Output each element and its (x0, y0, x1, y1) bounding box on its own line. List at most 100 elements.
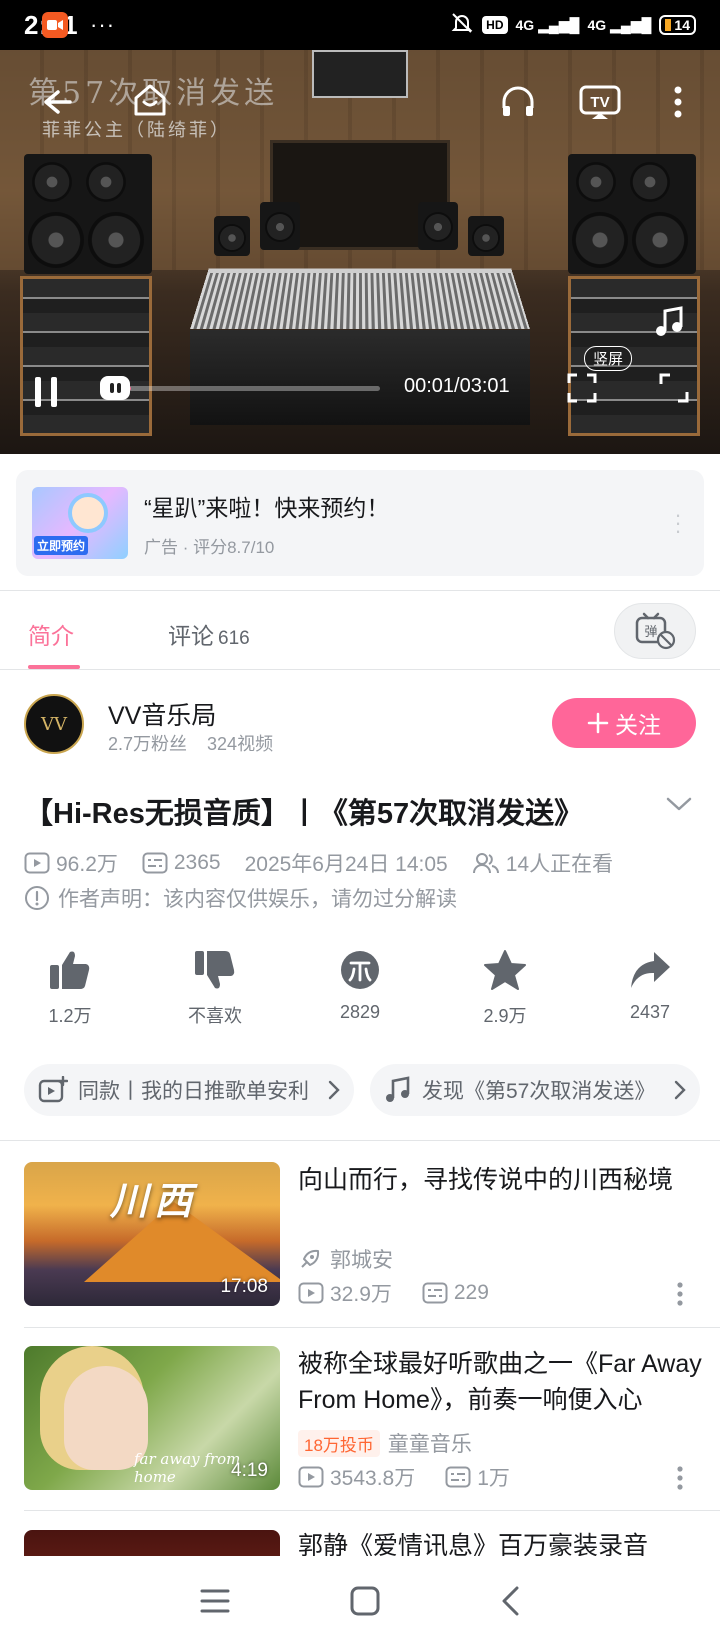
equipment-rack-left (20, 276, 152, 436)
tab-comments-label: 评论 (168, 623, 214, 649)
uploader-name[interactable]: VV音乐局 (108, 696, 216, 732)
uploader-video-count: 324视频 (207, 734, 273, 754)
uploader-stats: 2.7万粉丝 324视频 (108, 730, 273, 756)
favorite-count: 2.9万 (483, 1002, 526, 1028)
creator-icon (298, 1247, 322, 1271)
danmaku-toggle-button[interactable]: 弹 (614, 603, 696, 659)
dislike-button[interactable]: 不喜欢 (169, 948, 261, 1028)
watching-now: 14人正在看 (506, 848, 613, 878)
ad-title: “星趴”来啦！快来预约！ (144, 489, 668, 523)
fullscreen-focus-icon[interactable] (562, 368, 602, 408)
discover-song-label: 发现《第57次取消发送》 (422, 1075, 668, 1105)
video-thumbnail[interactable] (24, 1530, 280, 1556)
coin-tag: 18万投币 (298, 1430, 380, 1457)
tab-comments-count: 616 (218, 628, 250, 649)
section-divider (0, 1140, 720, 1141)
progress-bar[interactable] (126, 386, 380, 391)
like-button[interactable]: 1.2万 (24, 948, 116, 1028)
tv-cast-icon[interactable]: TV (576, 80, 624, 124)
danmaku-count-icon (445, 1466, 471, 1488)
chevron-right-icon (674, 1080, 686, 1100)
headphones-icon[interactable] (496, 80, 540, 124)
list-divider (24, 1510, 720, 1511)
plus-icon (587, 712, 609, 734)
speaker-left (24, 154, 152, 274)
ad-card[interactable]: 立即预约 “星趴”来啦！快来预约！ 广告 · 评分8.7/10 · · · (16, 470, 704, 576)
list-divider (24, 1327, 720, 1328)
video-title[interactable]: 被称全球最好听歌曲之一《Far Away From Home》，前奏一响便入心 (298, 1346, 708, 1418)
tab-comments[interactable]: 评论 616 (168, 617, 250, 651)
avatar[interactable]: VV (24, 694, 84, 754)
speaker-right (568, 154, 696, 274)
video-danmaku: 1万 (477, 1462, 510, 1492)
video-title[interactable]: 郭静《爱情讯息》百万豪装录音 (298, 1530, 708, 1556)
share-button[interactable]: 2437 (604, 948, 696, 1028)
chevron-down-icon[interactable] (666, 796, 692, 817)
recommended-video[interactable]: 郭静《爱情讯息》百万豪装录音 (24, 1530, 720, 1556)
coin-count: 2829 (340, 1002, 380, 1023)
playlist-chip[interactable]: 同款丨我的日推歌单安利 (24, 1064, 354, 1116)
speaker-small-4 (468, 216, 504, 256)
recommended-video[interactable]: far away from home 4:19 被称全球最好听歌曲之一《Far … (24, 1346, 720, 1492)
tab-bar: 简介 评论 616 弹 (0, 590, 720, 670)
home-square-icon[interactable] (350, 1586, 380, 1621)
battery-level (665, 19, 671, 31)
video-thumbnail[interactable]: far away from home 4:19 (24, 1346, 280, 1490)
video-title[interactable]: 【Hi-Res无损音质】丨《第57次取消发送》 (24, 790, 644, 832)
home-icon[interactable] (126, 76, 174, 124)
more-vertical-icon[interactable] (676, 1466, 684, 1495)
recommended-video[interactable]: 川西 17:08 向山而行，寻找传说中的川西秘境 郭城安 32.9万 229 (24, 1162, 720, 1308)
coin-button[interactable]: 2829 (314, 948, 406, 1028)
follow-label: 关注 (615, 706, 661, 740)
video-views: 3543.8万 (330, 1462, 415, 1492)
time-display: 00:01/03:01 (404, 375, 510, 398)
more-vertical-icon[interactable] (660, 80, 696, 124)
battery-indicator: 14 (659, 15, 696, 35)
menu-icon[interactable] (200, 1588, 230, 1619)
video-duration: 4:19 (231, 1460, 268, 1482)
follow-button[interactable]: 关注 (552, 698, 696, 748)
discover-song-chip[interactable]: 发现《第57次取消发送》 (370, 1064, 700, 1116)
more-vertical-icon[interactable] (676, 1282, 684, 1311)
video-thumbnail[interactable]: 川西 17:08 (24, 1162, 280, 1306)
video-title[interactable]: 向山而行，寻找传说中的川西秘境 (298, 1162, 708, 1198)
danmaku-count-icon (142, 852, 168, 874)
favorite-button[interactable]: 2.9万 (459, 948, 551, 1028)
back-icon[interactable] (500, 1586, 520, 1621)
view-count: 96.2万 (56, 848, 118, 878)
fullscreen-icon[interactable] (654, 368, 694, 408)
video-danmaku: 229 (454, 1281, 489, 1305)
video-player[interactable]: 第57次取消发送 菲菲公主（陆绮菲） TV 竖屏 00:01/03:01 (0, 50, 720, 454)
mixing-console (190, 268, 530, 329)
video-author-name: 童童音乐 (388, 1428, 472, 1458)
pause-icon[interactable] (28, 372, 64, 412)
tab-intro[interactable]: 简介 (28, 617, 74, 651)
system-nav-bar (0, 1556, 720, 1650)
mute-bell-icon (450, 11, 474, 39)
thumb-down-icon (193, 948, 237, 992)
back-arrow-icon[interactable] (34, 80, 78, 124)
svg-text:TV: TV (590, 94, 609, 111)
progress-thumb[interactable] (100, 376, 130, 400)
video-author[interactable]: 郭城安 (298, 1244, 393, 1274)
action-bar: 1.2万 不喜欢 2829 2.9万 2437 (24, 948, 696, 1028)
svg-text:弹: 弹 (644, 625, 657, 640)
danmaku-off-icon: 弹 (634, 612, 676, 650)
chevron-right-icon (328, 1080, 340, 1100)
danmaku-count: 2365 (174, 851, 221, 875)
ad-more-icon[interactable]: · · · (668, 511, 688, 535)
share-icon (628, 948, 672, 992)
hd-badge: HD (482, 16, 507, 34)
studio-monitor-screen (312, 50, 408, 98)
star-icon (483, 948, 527, 992)
tab-underline (28, 665, 80, 669)
video-author-name: 郭城安 (330, 1244, 393, 1274)
music-note-icon[interactable] (650, 302, 690, 342)
speaker-small-3 (418, 202, 458, 250)
info-icon (24, 885, 50, 911)
thumb-up-icon (48, 948, 92, 992)
video-author[interactable]: 18万投币 童童音乐 (298, 1428, 472, 1458)
thumbnail-text: 川西 (110, 1170, 198, 1225)
like-count: 1.2万 (48, 1002, 91, 1028)
coin-icon (339, 948, 381, 992)
